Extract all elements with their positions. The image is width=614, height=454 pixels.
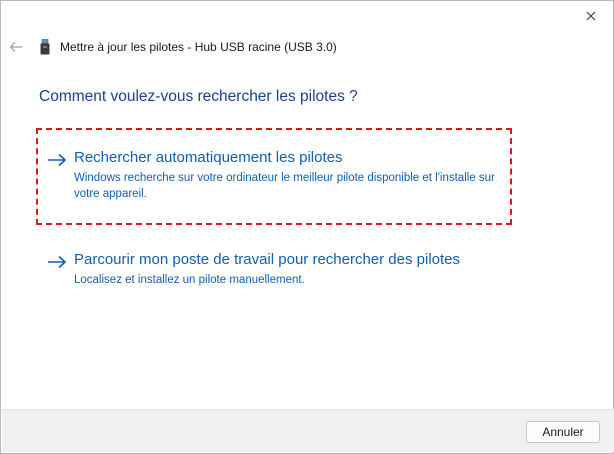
option-browse-computer[interactable]: Parcourir mon poste de travail pour rech… [47, 251, 507, 291]
close-button[interactable] [577, 5, 605, 27]
arrow-right-icon [48, 153, 67, 167]
option-title: Rechercher automatiquement les pilotes [74, 149, 343, 166]
option-search-automatically[interactable]: Rechercher automatiquement les pilotes W… [47, 149, 507, 205]
option-description: Localisez et installez un pilote manuell… [74, 274, 305, 286]
option-description: Windows recherche sur votre ordinateur l… [74, 172, 495, 200]
back-button[interactable] [7, 37, 25, 57]
option-title: Parcourir mon poste de travail pour rech… [74, 251, 461, 268]
back-arrow-icon [9, 42, 22, 52]
window-title: Mettre à jour les pilotes - Hub USB raci… [60, 40, 337, 54]
page-heading: Comment voulez-vous rechercher les pilot… [39, 88, 358, 105]
dialog-header: Mettre à jour les pilotes - Hub USB raci… [1, 34, 613, 60]
close-icon [586, 11, 596, 21]
cancel-button[interactable]: Annuler [526, 421, 600, 443]
dialog-footer: Annuler [2, 409, 614, 452]
update-drivers-dialog: Mettre à jour les pilotes - Hub USB raci… [0, 0, 614, 454]
arrow-right-icon [48, 255, 67, 269]
usb-device-icon [40, 39, 50, 55]
